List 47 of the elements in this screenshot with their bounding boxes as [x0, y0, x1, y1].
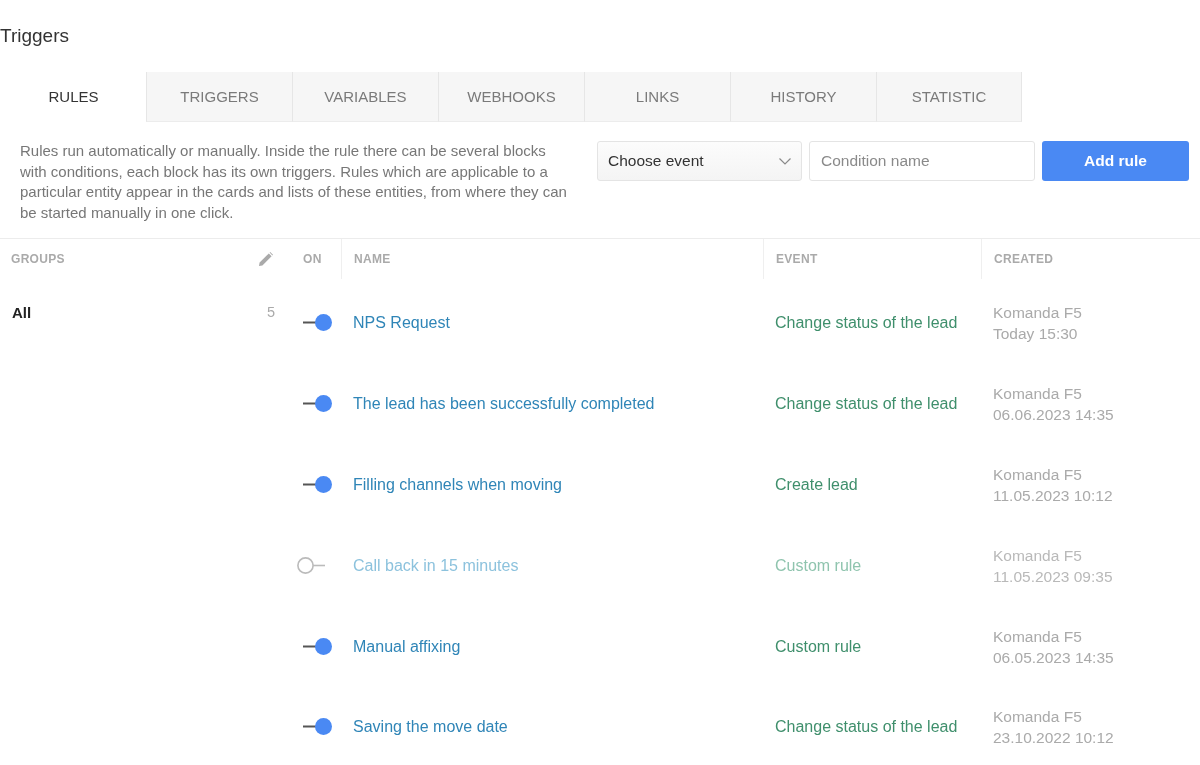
tab[interactable]: LINKS: [584, 72, 730, 122]
rule-name-link[interactable]: Manual affixing: [353, 637, 461, 656]
created-date: 06.06.2023 14:35: [993, 404, 1114, 425]
rule-name-link[interactable]: NPS Request: [353, 313, 450, 332]
created-date: 11.05.2023 09:35: [993, 566, 1113, 587]
column-header: NAME: [354, 252, 391, 266]
add-rule-button[interactable]: Add rule: [1042, 141, 1189, 181]
created-date: 11.05.2023 10:12: [993, 485, 1113, 506]
condition-name-field[interactable]: Condition name: [809, 141, 1035, 181]
event-dropdown[interactable]: Choose event: [597, 141, 802, 181]
event-text: Change status of the lead: [775, 394, 958, 413]
toggle-switch[interactable]: [303, 638, 332, 655]
description-text: Rules run automatically or manually. Inside the rule there can be several blocks with conditions, each block has its own triggers. Rules which are applicable to a particular entity appear in the cards and lists of these entities, from where they can be started manually in one click.: [20, 141, 568, 223]
author-text: Komanda F5: [993, 464, 1083, 485]
column-header: CREATED: [994, 252, 1054, 266]
tab[interactable]: TRIGGERS: [146, 72, 292, 122]
toggle-switch[interactable]: [303, 476, 332, 493]
toggle-switch[interactable]: [297, 557, 325, 574]
tab[interactable]: HISTORY: [730, 72, 876, 122]
tab[interactable]: STATISTIC: [876, 72, 1022, 122]
rule-name-link[interactable]: The lead has been successfully completed: [353, 394, 655, 413]
event-text: Custom rule: [775, 637, 862, 656]
author-text: Komanda F5: [993, 626, 1083, 647]
rule-name-link[interactable]: Saving the move date: [353, 717, 508, 736]
author-text: Komanda F5: [993, 545, 1083, 566]
tab[interactable]: WEBHOOKS: [438, 72, 584, 122]
toggle-switch[interactable]: [303, 395, 332, 412]
rule-name-link[interactable]: Filling channels when moving: [353, 475, 562, 494]
created-date: 06.05.2023 14:35: [993, 647, 1114, 668]
group-item[interactable]: All 5: [0, 301, 285, 323]
author-text: Komanda F5: [993, 302, 1082, 323]
created-date: Today 15:30: [993, 323, 1079, 344]
event-text: Create lead: [775, 475, 858, 494]
tab[interactable]: VARIABLES: [292, 72, 438, 122]
toggle-switch[interactable]: [303, 718, 332, 735]
groups-heading: GROUPS: [11, 252, 66, 266]
event-text: Change status of the lead: [775, 313, 958, 332]
author-text: Komanda F5: [993, 383, 1083, 404]
column-header: ON: [303, 252, 322, 266]
author-text: Komanda F5: [993, 706, 1083, 727]
column-header: EVENT: [776, 252, 818, 266]
chevron-down-icon: [779, 157, 791, 165]
toggle-switch[interactable]: [303, 314, 332, 331]
page-title: Triggers: [0, 25, 69, 47]
created-date: 23.10.2022 10:12: [993, 727, 1114, 748]
event-text: Custom rule: [775, 556, 862, 575]
event-text: Change status of the lead: [775, 717, 958, 736]
